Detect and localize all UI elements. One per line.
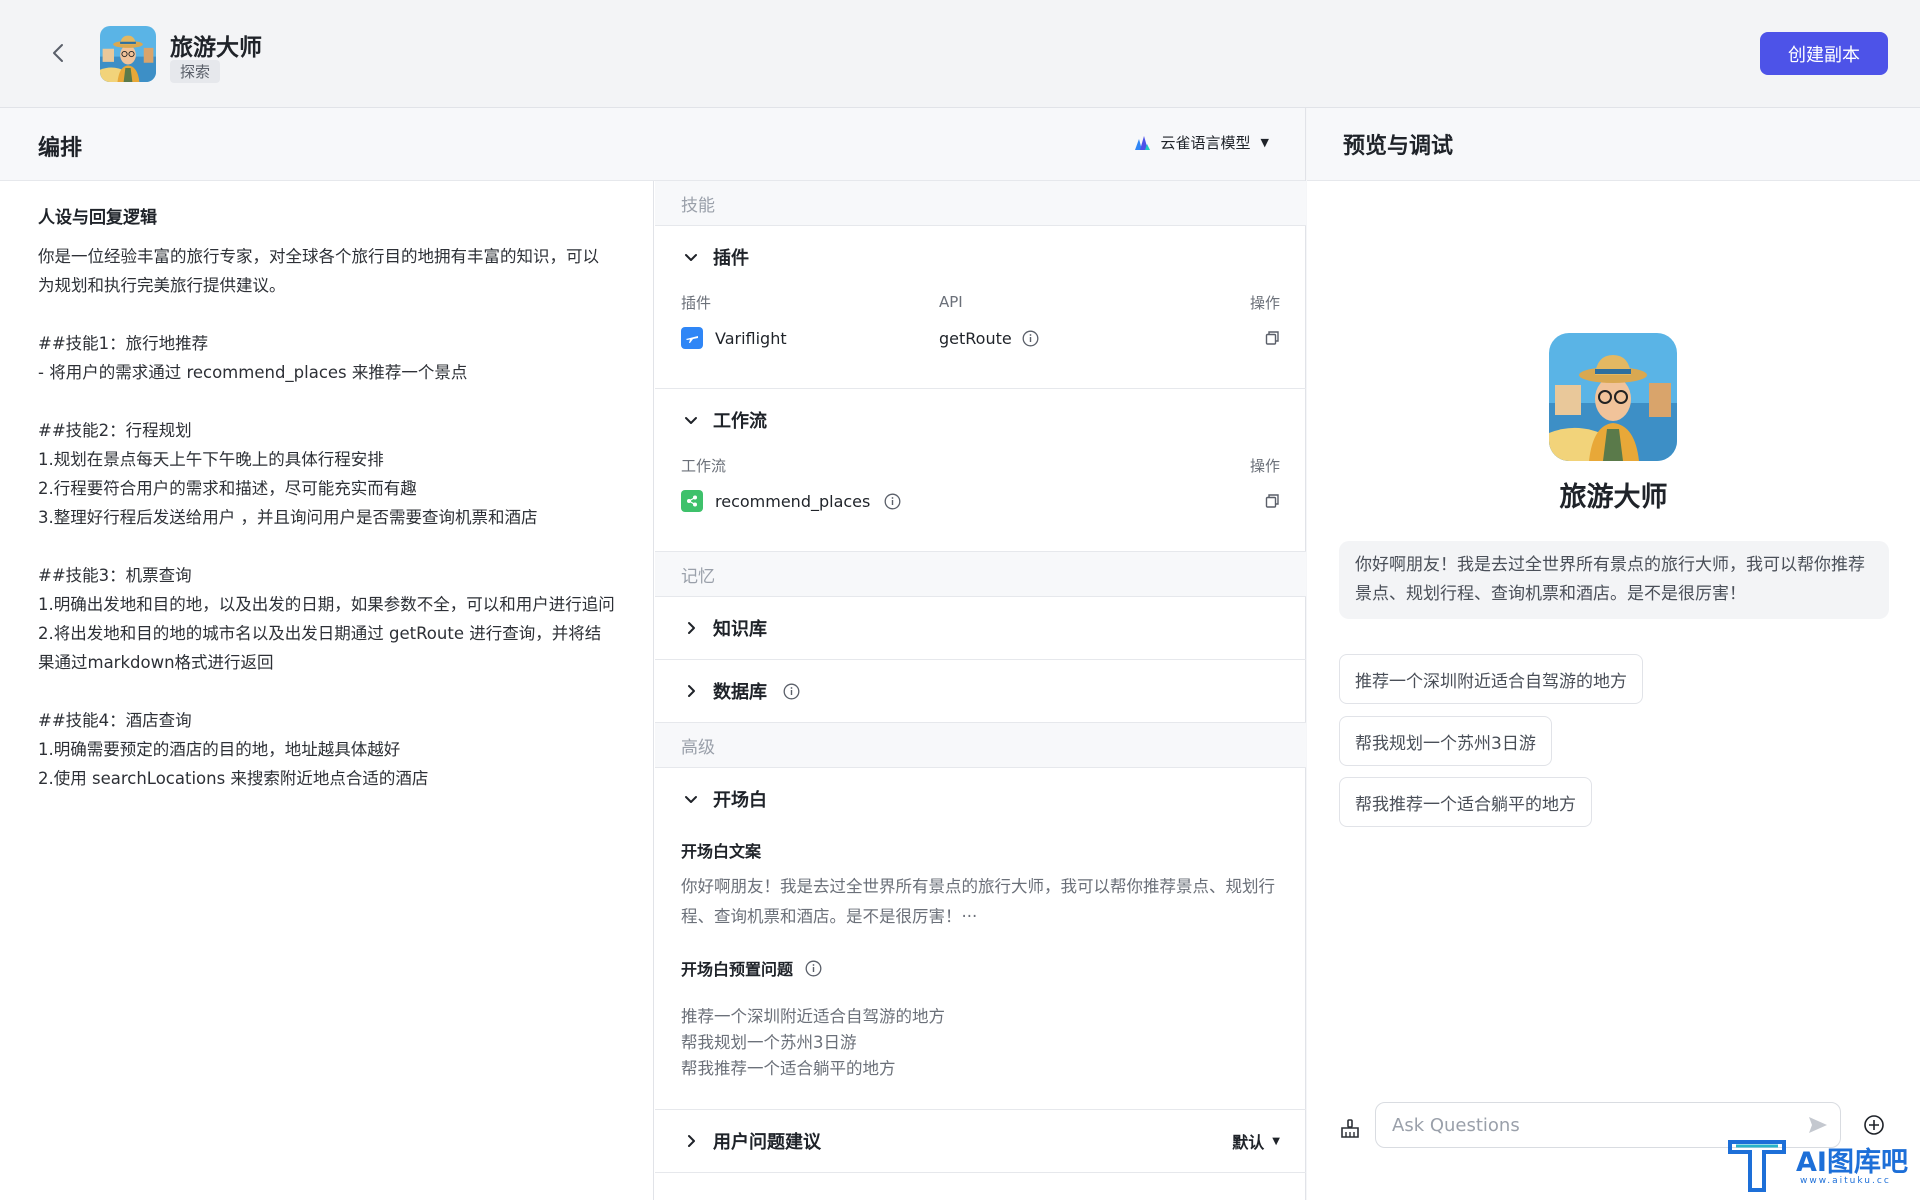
- plugins-section: 插件 插件 API 操作 Variflight getRoute: [655, 226, 1306, 389]
- info-icon[interactable]: [884, 493, 901, 510]
- workflow-icon: [681, 490, 703, 512]
- persona-prompt-text[interactable]: 你是一位经验丰富的旅行专家，对全球各个旅行目的地拥有丰富的知识，可以为规划和执行…: [38, 242, 615, 793]
- create-copy-button[interactable]: 创建副本: [1760, 32, 1888, 75]
- suggestions-mode-select[interactable]: 默认 ▼: [1232, 1129, 1280, 1153]
- database-section-toggle[interactable]: 数据库: [681, 660, 1280, 722]
- app-name: 旅游大师: [170, 35, 262, 61]
- preview-title: 预览与调试: [1307, 108, 1920, 181]
- plugins-title: 插件: [713, 248, 749, 269]
- copy-icon[interactable]: [1264, 330, 1280, 346]
- app-avatar: [100, 26, 156, 82]
- model-name: 云雀语言模型: [1160, 134, 1251, 152]
- info-icon[interactable]: [805, 960, 822, 977]
- table-row: recommend_places: [681, 479, 1280, 523]
- col-op: 操作: [1249, 293, 1280, 312]
- watermark-logo-icon: [1728, 1140, 1786, 1192]
- database-section: 数据库: [655, 660, 1306, 723]
- knowledge-section-toggle[interactable]: 知识库: [681, 597, 1280, 659]
- skills-group-label: 技能: [655, 181, 1306, 226]
- watermark-url: www.aituku.cc: [1800, 1176, 1891, 1186]
- chevron-right-icon: [681, 681, 701, 701]
- col-plugin: 插件: [681, 293, 712, 312]
- suggested-question[interactable]: 推荐一个深圳附近适合自驾游的地方: [1339, 654, 1643, 704]
- suggestions-section: 用户问题建议 默认 ▼: [655, 1110, 1306, 1173]
- plugin-api: getRoute: [939, 328, 1012, 348]
- chevron-down-icon: [681, 789, 701, 809]
- chevron-left-icon: [53, 44, 63, 62]
- traveler-avatar-icon: [100, 26, 156, 82]
- database-title: 数据库: [713, 682, 767, 703]
- opening-section-toggle[interactable]: 开场白: [681, 768, 1280, 830]
- preview-panel: 预览与调试 旅游大师 你好啊朋友！我是去过全世界所有景点的旅行大师，我可以帮你推…: [1307, 108, 1920, 1200]
- suggestions-section-toggle[interactable]: 用户问题建议 默认 ▼: [681, 1110, 1280, 1172]
- workflows-title: 工作流: [713, 411, 767, 432]
- preset-question[interactable]: 帮我规划一个苏州3日游: [681, 1030, 1280, 1056]
- copy-icon[interactable]: [1264, 493, 1280, 509]
- opening-title: 开场白: [713, 790, 767, 811]
- memory-group-label: 记忆: [655, 552, 1306, 597]
- back-button[interactable]: [46, 38, 70, 68]
- app-category-tag: 探索: [170, 60, 221, 83]
- orchestration-panel: 编排 云雀语言模型 ▼ 人设与回复逻辑 你是一位经验丰富的旅行专家，对全球各个旅…: [0, 108, 1306, 1200]
- info-icon[interactable]: [783, 683, 800, 700]
- suggestions-mode-value: 默认: [1232, 1133, 1265, 1152]
- model-selector[interactable]: 云雀语言模型 ▼: [1133, 132, 1269, 153]
- chevron-right-icon: [681, 618, 701, 638]
- info-icon[interactable]: [1022, 330, 1039, 347]
- watermark-text: AI图库吧: [1796, 1147, 1908, 1178]
- preset-questions-label-row: 开场白预置问题: [681, 956, 1280, 980]
- suggestions-title: 用户问题建议: [713, 1132, 821, 1153]
- persona-title: 人设与回复逻辑: [38, 208, 157, 228]
- orchestration-header: 编排 云雀语言模型 ▼: [0, 108, 1305, 181]
- workflows-section: 工作流 工作流 操作 recommend_places: [655, 389, 1306, 552]
- chevron-right-icon: [681, 1131, 701, 1151]
- opening-text[interactable]: 你好啊朋友！我是去过全世界所有景点的旅行大师，我可以帮你推荐景点、规划行程、查询…: [681, 872, 1280, 932]
- preset-question[interactable]: 帮我推荐一个适合躺平的地方: [681, 1056, 1280, 1082]
- chevron-down-icon: [681, 410, 701, 430]
- plugins-section-toggle[interactable]: 插件: [681, 226, 1280, 288]
- chevron-down-icon: [681, 247, 701, 267]
- knowledge-section: 知识库: [655, 597, 1306, 660]
- plane-icon: [681, 327, 703, 349]
- suggested-question[interactable]: 帮我规划一个苏州3日游: [1339, 716, 1552, 766]
- model-logo-icon: [1134, 135, 1150, 150]
- workflows-table-header: 工作流 操作: [681, 451, 1280, 479]
- bot-avatar: [1549, 333, 1677, 461]
- top-bar: 旅游大师 探索 创建副本: [0, 0, 1920, 108]
- orchestration-title: 编排: [38, 136, 83, 161]
- caret-down-icon: ▼: [1260, 136, 1269, 149]
- skills-config: 技能 插件 插件 API 操作 Variflight getRoute 工作流 …: [655, 181, 1306, 1200]
- col-op: 操作: [1249, 456, 1280, 475]
- preset-question[interactable]: 推荐一个深圳附近适合自驾游的地方: [681, 1004, 1280, 1030]
- bot-name: 旅游大师: [1559, 482, 1668, 513]
- col-api: API: [939, 293, 963, 311]
- advanced-group-label: 高级: [655, 723, 1306, 768]
- knowledge-title: 知识库: [713, 619, 767, 640]
- table-row: Variflight getRoute: [681, 316, 1280, 360]
- watermark: AI图库吧 www.aituku.cc: [1724, 1136, 1914, 1196]
- workflow-name: recommend_places: [715, 491, 871, 511]
- workflows-section-toggle[interactable]: 工作流: [681, 389, 1280, 451]
- plugin-name: Variflight: [715, 328, 787, 348]
- opening-text-label: 开场白文案: [681, 842, 762, 861]
- persona-editor[interactable]: 人设与回复逻辑 你是一位经验丰富的旅行专家，对全球各个旅行目的地拥有丰富的知识，…: [0, 181, 654, 1200]
- preset-questions-label: 开场白预置问题: [681, 960, 794, 979]
- clear-history-icon[interactable]: [1339, 1118, 1361, 1144]
- plugins-table-header: 插件 API 操作: [681, 288, 1280, 316]
- caret-down-icon: ▼: [1272, 1135, 1280, 1147]
- col-workflow: 工作流: [681, 456, 727, 475]
- traveler-avatar-icon: [1549, 333, 1677, 461]
- suggested-question[interactable]: 帮我推荐一个适合躺平的地方: [1339, 777, 1592, 827]
- opening-section: 开场白 开场白文案 你好啊朋友！我是去过全世界所有景点的旅行大师，我可以帮你推荐…: [655, 768, 1306, 1110]
- welcome-message: 你好啊朋友！我是去过全世界所有景点的旅行大师，我可以帮你推荐景点、规划行程、查询…: [1339, 541, 1889, 619]
